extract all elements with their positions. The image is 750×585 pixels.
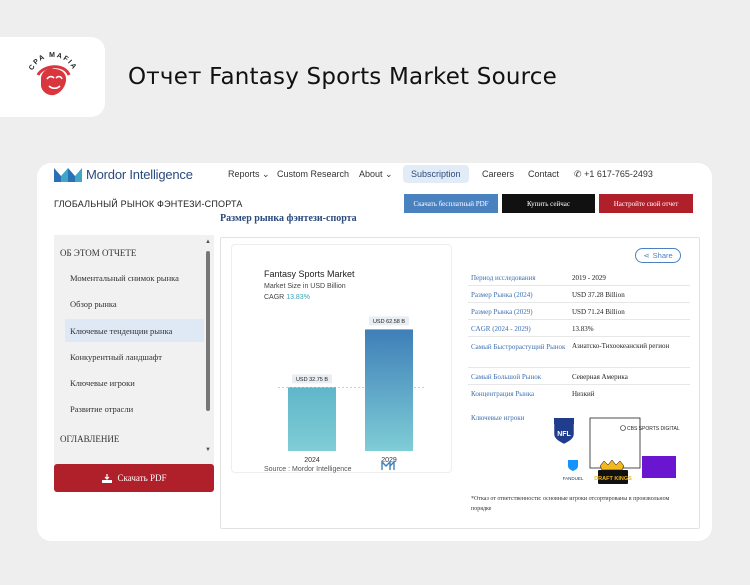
key-players-logos: NFL CBS SPORTS DIGITAL FANDUEL DRAFT KIN… <box>553 417 680 484</box>
download-free-pdf-button[interactable]: Скачать бесплатный PDF <box>404 194 498 213</box>
sidebar-item-key-players[interactable]: Ключевые игроки <box>65 371 204 394</box>
brand-name: Mordor Intelligence <box>86 166 193 182</box>
chart-source: Source : Mordor Intelligence <box>264 466 352 473</box>
svg-text:FANDUEL: FANDUEL <box>563 476 584 481</box>
nav-phone[interactable]: ✆ +1 617-765-2493 <box>574 169 653 180</box>
nav-subscription[interactable]: Subscription <box>403 165 469 183</box>
disclaimer: *Отказ от ответственности: основные игро… <box>471 496 670 512</box>
fact-row: Размер Рынка (2029) USD 71.24 Billion <box>468 303 690 320</box>
section-heading: Размер рынка фэнтези-спорта <box>220 213 357 224</box>
nav-custom-research[interactable]: Custom Research <box>277 169 349 179</box>
fact-row: Период исследования 2019 - 2029 <box>468 269 690 286</box>
bar-2029 <box>365 329 413 451</box>
report-title: ГЛОБАЛЬНЫЙ РЫНОК ФЭНТЕЗИ-СПОРТА <box>54 199 243 209</box>
report-screenshot-card: Mordor Intelligence Reports ⌄ Custom Res… <box>37 163 712 541</box>
sidebar-item-market-overview[interactable]: Обзор рынка <box>65 292 204 315</box>
site-navbar: Mordor Intelligence Reports ⌄ Custom Res… <box>37 163 712 189</box>
market-overview-panel: Fantasy Sports Market Market Size in USD… <box>220 237 700 529</box>
nfl-logo: NFL <box>553 417 575 445</box>
fanduel-logo: FANDUEL <box>563 460 584 481</box>
sidebar-item-market-snapshot[interactable]: Моментальный снимок рынка <box>65 266 204 289</box>
value-label: USD 62.58 B <box>373 319 405 325</box>
share-icon: ⋖ <box>643 251 650 260</box>
fact-row: Самый Быстрорастущий Рынок Азиатско-Тихоо… <box>468 337 690 368</box>
brand-logo[interactable]: Mordor Intelligence <box>54 166 193 182</box>
cpa-mafia-logo: CPA MAFIA <box>0 37 105 117</box>
sidebar-item-key-trends[interactable]: Ключевые тенденции рынка <box>65 319 204 342</box>
svg-text:CBS SPORTS DIGITAL: CBS SPORTS DIGITAL <box>627 426 680 432</box>
svg-text:DRAFT KINGS: DRAFT KINGS <box>594 476 632 482</box>
fact-row: Размер Рынка (2024) USD 37.28 Billion <box>468 286 690 303</box>
nav-reports[interactable]: Reports ⌄ <box>228 169 270 180</box>
sidebar-item-industry-development[interactable]: Развитие отрасли <box>65 397 204 420</box>
value-label: USD 32.75 B <box>296 377 328 383</box>
nav-contact[interactable]: Contact <box>528 169 559 179</box>
key-players-label: Ключевые игроки <box>471 414 525 422</box>
mordor-small-logo-icon <box>381 460 395 470</box>
market-size-chart: Fantasy Sports Market Market Size in USD… <box>231 244 452 473</box>
x-tick-label: 2024 <box>304 457 320 464</box>
cbs-sports-logo: CBS SPORTS DIGITAL <box>620 425 680 432</box>
sidebar-toc-title[interactable]: ОГЛАВЛЕНИЕ <box>60 434 119 444</box>
purple-logo <box>642 456 676 478</box>
sidebar-about-title: ОБ ЭТОМ ОТЧЕТЕ <box>60 248 137 258</box>
page-title: Отчет Fantasy Sports Market Source <box>128 64 557 90</box>
draftkings-logo: DRAFT KINGS <box>594 459 632 484</box>
sidebar-item-competitive-landscape[interactable]: Конкурентный ландшафт <box>65 345 204 368</box>
fact-row: CAGR (2024 - 2029) 13.83% <box>468 320 690 337</box>
mordor-logo-icon <box>54 168 82 182</box>
nav-about[interactable]: About ⌄ <box>359 169 393 180</box>
customize-report-button[interactable]: Настройте свой отчет <box>599 194 693 213</box>
chart-plot: USD 32.75 B2024USD 62.58 B2029 <box>278 316 426 470</box>
bar-2024 <box>288 387 336 451</box>
download-pdf-button[interactable]: Скачать PDF <box>54 464 214 492</box>
sidebar: ОБ ЭТОМ ОТЧЕТЕ Моментальный снимок рынка… <box>54 235 214 465</box>
nav-careers[interactable]: Careers <box>482 169 514 179</box>
scroll-down-icon[interactable]: ▼ <box>205 447 211 453</box>
share-button[interactable]: ⋖ Share <box>635 248 681 263</box>
sidebar-scrollbar[interactable] <box>206 251 210 411</box>
svg-text:CPA MAFIA: CPA MAFIA <box>28 52 78 72</box>
phone-icon: ✆ <box>574 169 582 179</box>
buy-now-button[interactable]: Купить сейчас <box>502 194 595 213</box>
chevron-down-icon: ⌄ <box>262 169 270 179</box>
fact-row: Концентрация Рынка Низкий <box>471 390 595 398</box>
scroll-up-icon[interactable]: ▲ <box>205 239 211 245</box>
chevron-down-icon: ⌄ <box>385 169 393 179</box>
fact-row: Самый Большой Рынок Северная Америка <box>468 368 690 385</box>
download-icon <box>101 473 112 483</box>
svg-text:NFL: NFL <box>557 431 571 438</box>
